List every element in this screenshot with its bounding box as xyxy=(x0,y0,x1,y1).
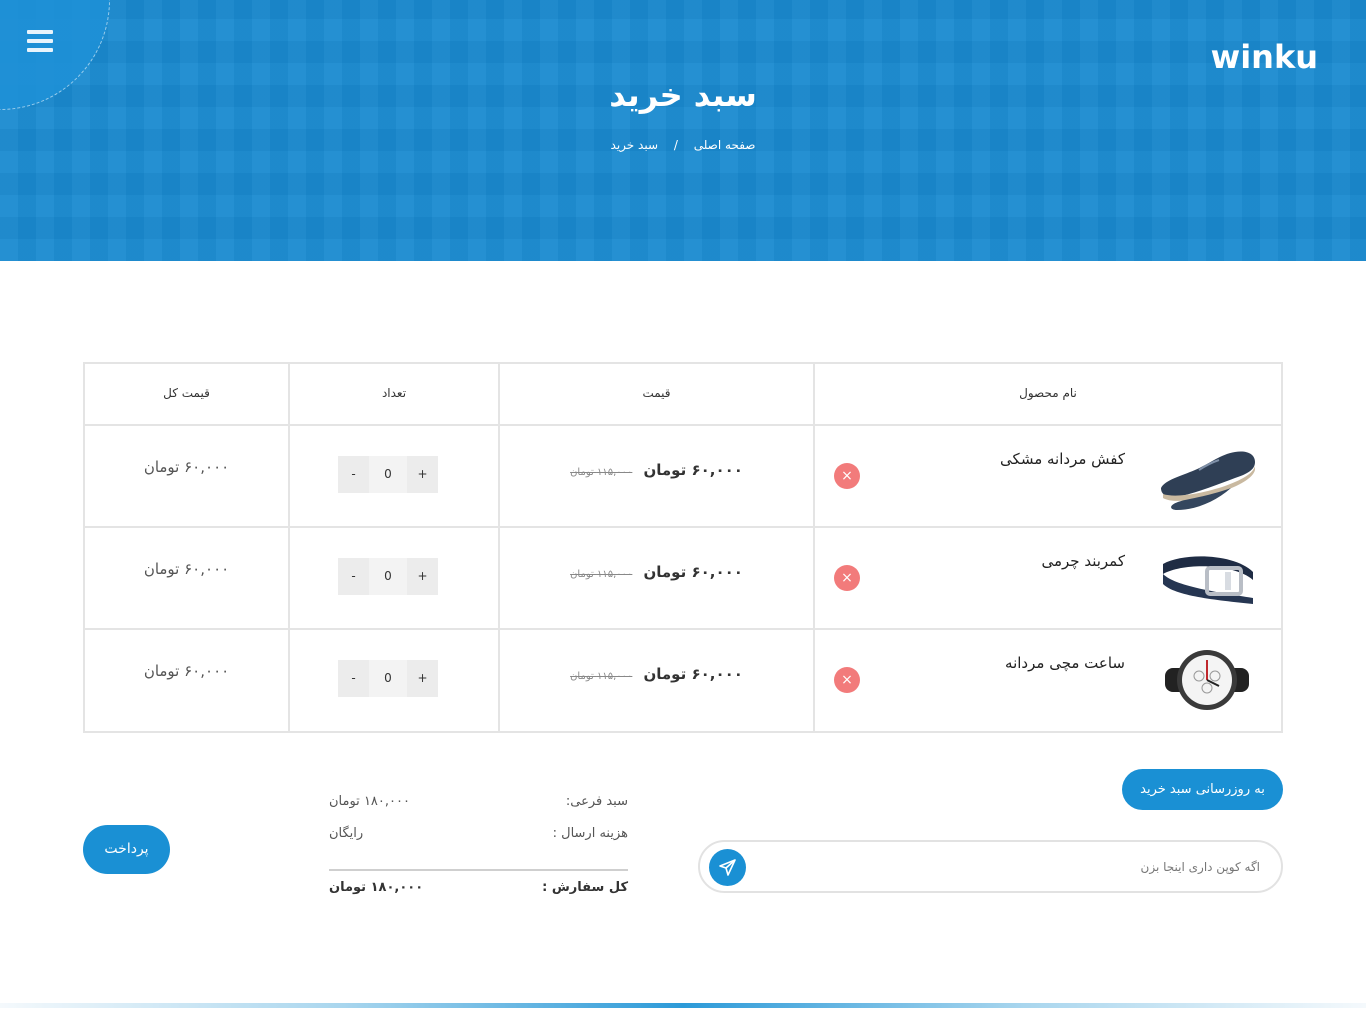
remove-item-button[interactable]: × xyxy=(834,463,860,489)
coupon-form xyxy=(698,840,1283,893)
winku-logo[interactable]: winku xyxy=(1211,40,1318,74)
row-total: ۶۰,۰۰۰ تومان xyxy=(143,560,230,578)
quantity-stepper: - 0 + xyxy=(338,660,438,697)
send-plane-icon xyxy=(719,859,736,876)
product-name[interactable]: ساعت مچی مردانه xyxy=(1005,654,1125,672)
quantity-value[interactable]: 0 xyxy=(369,558,407,595)
current-price: ۶۰,۰۰۰ تومان xyxy=(643,461,743,479)
table-header-row: نام محصول قیمت تعداد قیمت کل xyxy=(85,364,1281,426)
table-row: کفش مردانه مشکی × ۶۰,۰۰۰ تومان ۱۱۵,۰۰۰ ت… xyxy=(85,426,1281,528)
column-header-product: نام محصول xyxy=(1019,386,1077,400)
quantity-stepper: - 0 + xyxy=(338,558,438,595)
quantity-stepper: - 0 + xyxy=(338,456,438,493)
footer-gradient-line xyxy=(0,1003,1366,1008)
shipping-value: رایگان xyxy=(329,826,364,841)
breadcrumb: صفحه اصلی / سبد خرید xyxy=(0,138,1366,152)
cart-table: نام محصول قیمت تعداد قیمت کل کفش مردانه … xyxy=(83,362,1283,733)
table-row: کمربند چرمی × ۶۰,۰۰۰ تومان ۱۱۵,۰۰۰ تومان… xyxy=(85,528,1281,630)
current-price: ۶۰,۰۰۰ تومان xyxy=(643,665,743,683)
shoe-image xyxy=(1161,451,1255,510)
current-price: ۶۰,۰۰۰ تومان xyxy=(643,563,743,581)
order-total-value: ۱۸۰,۰۰۰ تومان xyxy=(329,880,424,895)
table-row: ساعت مچی مردانه × ۶۰,۰۰۰ تومان ۱۱۵,۰۰۰ ت… xyxy=(85,630,1281,731)
old-price: ۱۱۵,۰۰۰ تومان xyxy=(570,467,633,478)
breadcrumb-current: سبد خرید xyxy=(610,138,658,152)
quantity-increase-button[interactable]: + xyxy=(407,660,438,697)
price-cell: ۶۰,۰۰۰ تومان ۱۱۵,۰۰۰ تومان xyxy=(500,562,813,581)
order-total-label: کل سفارش : xyxy=(542,880,628,895)
price-cell: ۶۰,۰۰۰ تومان ۱۱۵,۰۰۰ تومان xyxy=(500,460,813,479)
update-cart-button[interactable]: به روزرسانی سبد خرید xyxy=(1122,769,1283,810)
column-header-price: قیمت xyxy=(642,386,671,400)
subtotal-value: ۱۸۰,۰۰۰ تومان xyxy=(329,794,410,809)
quantity-increase-button[interactable]: + xyxy=(407,456,438,493)
quantity-decrease-button[interactable]: - xyxy=(338,456,369,493)
shipping-row: هزینه ارسال : رایگان xyxy=(329,826,628,850)
coupon-input[interactable] xyxy=(760,850,1260,884)
page-title: سبد خرید xyxy=(609,76,757,114)
remove-item-button[interactable]: × xyxy=(834,667,860,693)
pay-button[interactable]: پرداخت xyxy=(83,825,170,874)
remove-item-button[interactable]: × xyxy=(834,565,860,591)
quantity-value[interactable]: 0 xyxy=(369,456,407,493)
summary-divider xyxy=(329,869,628,871)
price-cell: ۶۰,۰۰۰ تومان ۱۱۵,۰۰۰ تومان xyxy=(500,664,813,683)
quantity-value[interactable]: 0 xyxy=(369,660,407,697)
hamburger-menu-icon[interactable] xyxy=(27,30,53,54)
old-price: ۱۱۵,۰۰۰ تومان xyxy=(570,569,633,580)
subtotal-row: سبد فرعی: ۱۸۰,۰۰۰ تومان xyxy=(329,794,628,818)
product-name[interactable]: کمربند چرمی xyxy=(1041,552,1125,570)
order-total-row: کل سفارش : ۱۸۰,۰۰۰ تومان xyxy=(329,880,628,904)
shipping-label: هزینه ارسال : xyxy=(552,826,628,841)
column-header-quantity: تعداد xyxy=(381,386,407,400)
breadcrumb-home-link[interactable]: صفحه اصلی xyxy=(694,138,756,152)
product-name[interactable]: کفش مردانه مشکی xyxy=(1000,450,1125,468)
quantity-decrease-button[interactable]: - xyxy=(338,660,369,697)
old-price: ۱۱۵,۰۰۰ تومان xyxy=(570,671,633,682)
column-header-total: قیمت کل xyxy=(163,386,210,400)
quantity-decrease-button[interactable]: - xyxy=(338,558,369,595)
subtotal-label: سبد فرعی: xyxy=(565,794,628,809)
coupon-submit-button[interactable] xyxy=(709,849,746,886)
row-total: ۶۰,۰۰۰ تومان xyxy=(143,458,230,476)
row-total: ۶۰,۰۰۰ تومان xyxy=(143,662,230,680)
watch-image xyxy=(1165,650,1249,710)
breadcrumb-separator: / xyxy=(673,138,678,152)
belt-image xyxy=(1163,556,1253,604)
quantity-increase-button[interactable]: + xyxy=(407,558,438,595)
header-overlay xyxy=(0,0,1366,261)
page-header-banner: winku سبد خرید صفحه اصلی / سبد خرید xyxy=(0,0,1366,261)
